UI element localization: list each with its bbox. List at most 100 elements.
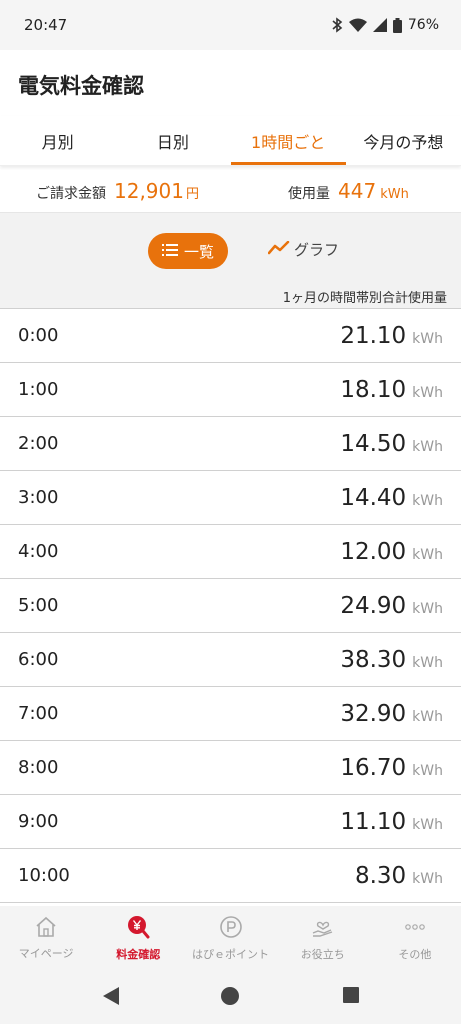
- usage-unit: kWh: [412, 762, 443, 779]
- list-item: 5:00 24.90 kWh: [0, 579, 461, 633]
- billing-summary: ご請求金額 12,901 円: [36, 179, 199, 203]
- point-icon: [219, 915, 243, 942]
- billing-amount: 12,901: [114, 179, 184, 203]
- list-item: 4:00 12.00 kWh: [0, 525, 461, 579]
- graph-view-button[interactable]: グラフ: [267, 239, 340, 260]
- nav-mypage[interactable]: マイページ: [0, 906, 92, 970]
- list-item: 6:00 38.30 kWh: [0, 633, 461, 687]
- tab-bar: 月別 日別 1時間ごと 今月の予想: [0, 116, 461, 166]
- usage-value: 24.90: [340, 592, 407, 619]
- hour-label: 10:00: [18, 865, 70, 886]
- usage-unit: kWh: [380, 187, 409, 202]
- tab-daily[interactable]: 日別: [115, 116, 230, 165]
- hourly-usage-list: 0:00 21.10 kWh 1:00 18.10 kWh 2:00 14.50 kWh 3…: [0, 308, 461, 903]
- list-item: 10:00 8.30 kWh: [0, 849, 461, 903]
- usage-value: 14.50: [340, 430, 407, 457]
- list-caption: 1ヶ月の時間帯別合計使用量: [282, 291, 447, 306]
- usage-value: 18.10: [340, 376, 407, 403]
- tab-label: 1時間ごと: [251, 132, 326, 152]
- usage-unit: kWh: [412, 600, 443, 617]
- status-icons: 76%: [331, 17, 439, 33]
- yen-search-icon: [126, 915, 150, 942]
- hour-label: 2:00: [18, 433, 59, 454]
- list-item: 9:00 11.10 kWh: [0, 795, 461, 849]
- list-item: 1:00 18.10 kWh: [0, 363, 461, 417]
- status-time: 20:47: [24, 16, 68, 34]
- usage-unit: kWh: [412, 654, 443, 671]
- nav-rates[interactable]: 料金確認: [92, 906, 184, 970]
- nav-label: お役立ち: [300, 947, 345, 961]
- usage-unit: kWh: [412, 546, 443, 563]
- list-view-label: 一覧: [183, 242, 214, 261]
- tab-label: 日別: [156, 132, 189, 152]
- usage-label: 使用量: [288, 186, 330, 202]
- summary-bar: ご請求金額 12,901 円 使用量 447 kWh: [0, 170, 461, 212]
- more-icon: [403, 915, 427, 942]
- usage-value: 16.70: [340, 754, 407, 781]
- nav-other[interactable]: その他: [369, 906, 461, 970]
- usage-value: 14.40: [340, 484, 407, 511]
- list-item: 7:00 32.90 kWh: [0, 687, 461, 741]
- status-bar: 20:47 76%: [0, 0, 461, 50]
- list-item: 8:00 16.70 kWh: [0, 741, 461, 795]
- hour-label: 1:00: [18, 379, 59, 400]
- tab-hourly[interactable]: 1時間ごと: [230, 116, 347, 165]
- battery-icon: [392, 17, 402, 33]
- tab-forecast[interactable]: 今月の予想: [346, 116, 461, 165]
- usage-amount: 447: [338, 179, 377, 203]
- recents-icon[interactable]: [342, 986, 360, 1008]
- nav-label: 料金確認: [116, 947, 161, 961]
- usage-value: 21.10: [340, 322, 407, 349]
- wifi-icon: [348, 18, 367, 32]
- page-title: 電気料金確認: [0, 50, 461, 116]
- tab-monthly[interactable]: 月別: [0, 116, 115, 165]
- hour-label: 8:00: [18, 757, 59, 778]
- nav-useful[interactable]: お役立ち: [277, 906, 369, 970]
- hour-label: 6:00: [18, 649, 59, 670]
- usage-unit: kWh: [412, 708, 443, 725]
- hour-label: 5:00: [18, 595, 59, 616]
- hour-label: 9:00: [18, 811, 59, 832]
- list-view-button[interactable]: 一覧: [148, 233, 228, 269]
- list-item: 0:00 21.10 kWh: [0, 309, 461, 363]
- usage-value: 8.30: [354, 862, 407, 889]
- home-button-icon[interactable]: [220, 986, 240, 1010]
- list-icon: [161, 242, 178, 260]
- list-item: 3:00 14.40 kWh: [0, 471, 461, 525]
- list-item: 2:00 14.50 kWh: [0, 417, 461, 471]
- usage-unit: kWh: [412, 492, 443, 509]
- billing-label: ご請求金額: [36, 186, 106, 202]
- graph-view-label: グラフ: [294, 241, 340, 259]
- line-chart-icon: [267, 240, 290, 259]
- back-icon[interactable]: [102, 986, 120, 1010]
- signal-icon: [372, 18, 387, 32]
- nav-points[interactable]: はぴｅポイント: [184, 906, 276, 970]
- usage-value: 38.30: [340, 646, 407, 673]
- nav-label: その他: [398, 947, 432, 961]
- usage-value: 32.90: [340, 700, 407, 727]
- usage-unit: kWh: [412, 384, 443, 401]
- battery-percent: 76%: [407, 17, 439, 33]
- usage-unit: kWh: [412, 816, 443, 833]
- heart-hand-icon: [311, 915, 335, 942]
- bottom-navigation: マイページ 料金確認 はぴｅポイント お役立ち その他: [0, 906, 461, 970]
- hour-label: 3:00: [18, 487, 59, 508]
- usage-summary: 使用量 447 kWh: [288, 179, 409, 203]
- tab-label: 月別: [41, 132, 74, 152]
- usage-value: 12.00: [340, 538, 407, 565]
- nav-label: はぴｅポイント: [192, 947, 269, 961]
- usage-unit: kWh: [412, 870, 443, 887]
- usage-unit: kWh: [412, 330, 443, 347]
- bluetooth-icon: [331, 17, 343, 33]
- tab-label: 今月の予想: [363, 132, 444, 152]
- hour-label: 4:00: [18, 541, 59, 562]
- hour-label: 0:00: [18, 325, 59, 346]
- nav-label: マイページ: [18, 946, 74, 960]
- billing-unit: 円: [185, 187, 199, 202]
- system-navigation-bar: [0, 970, 461, 1024]
- hour-label: 7:00: [18, 703, 59, 724]
- view-toggle-area: 一覧 グラフ 1ヶ月の時間帯別合計使用量: [0, 212, 461, 308]
- home-icon: [34, 916, 58, 941]
- usage-value: 11.10: [340, 808, 407, 835]
- usage-unit: kWh: [412, 438, 443, 455]
